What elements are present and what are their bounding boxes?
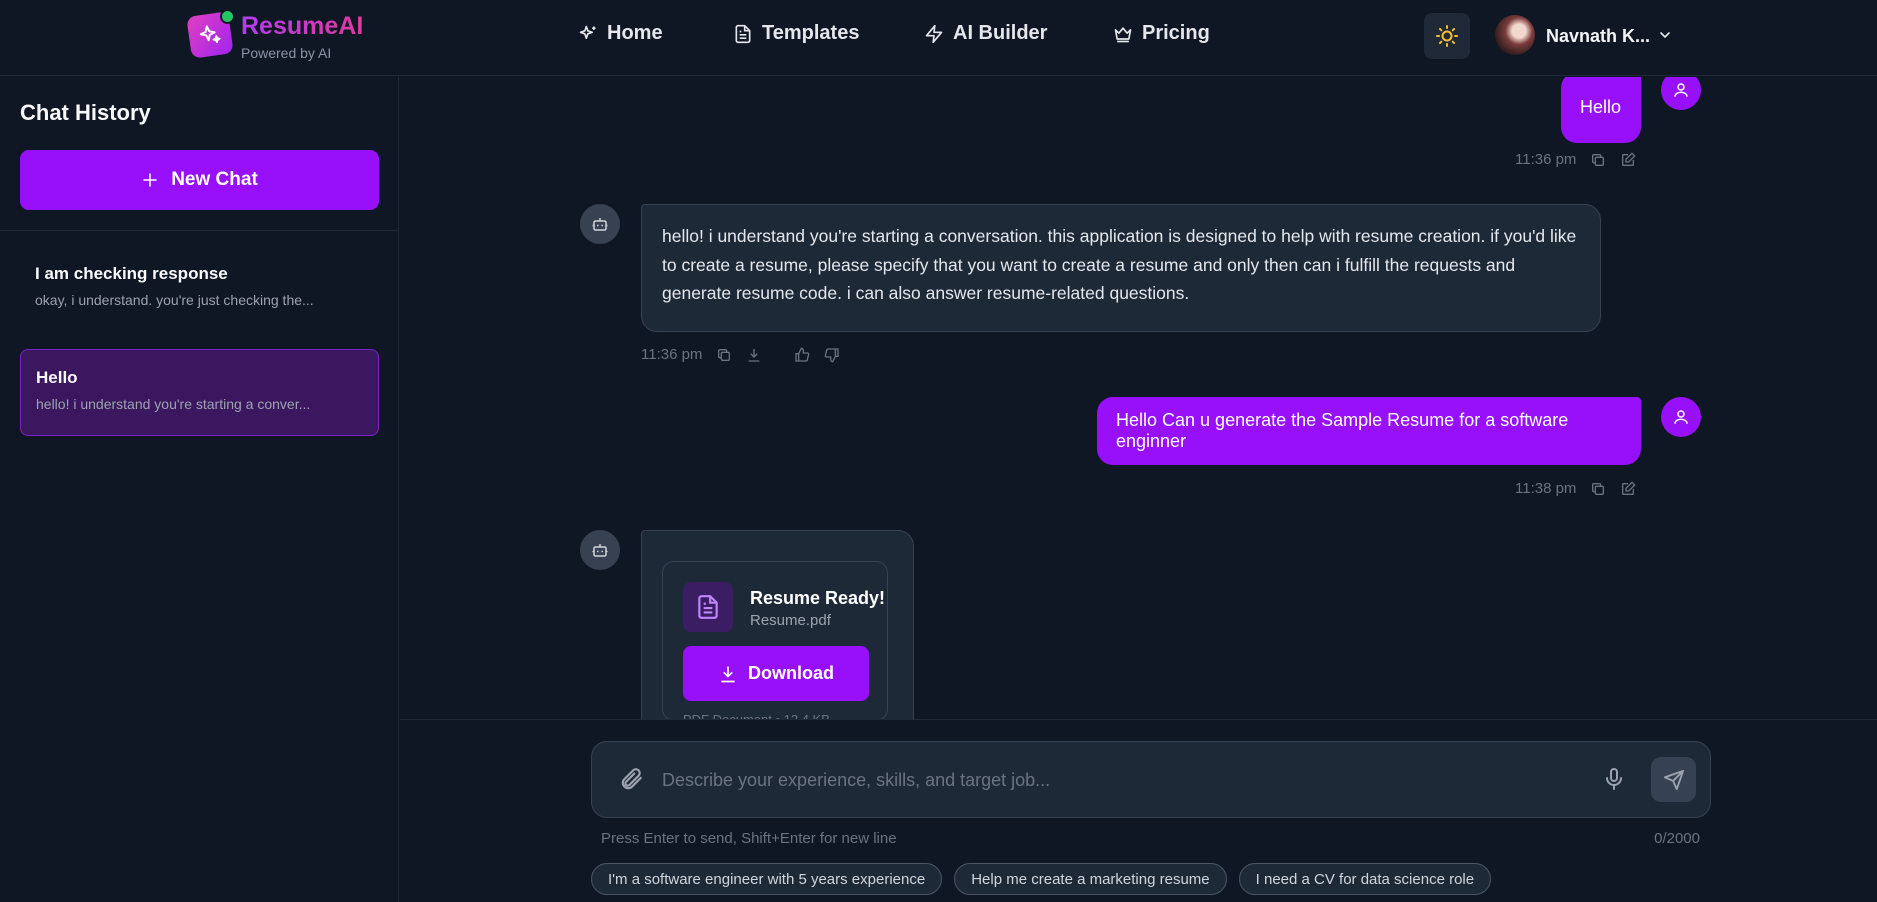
message-text: Hello bbox=[1580, 97, 1622, 117]
theme-toggle-button[interactable] bbox=[1424, 13, 1470, 59]
nav-home-label: Home bbox=[607, 22, 663, 44]
thumbs-down-icon[interactable] bbox=[824, 347, 840, 363]
copy-icon[interactable] bbox=[1590, 481, 1606, 497]
brand-name[interactable]: ResumeAI bbox=[241, 12, 363, 41]
suggestion-chip[interactable]: I'm a software engineer with 5 years exp… bbox=[591, 863, 943, 895]
user-message-bubble: Hello Can u generate the Sample Resume f… bbox=[1097, 397, 1641, 465]
message-composer bbox=[591, 741, 1711, 818]
download-label: Download bbox=[748, 663, 834, 683]
message-text: hello! i understand you're starting a co… bbox=[662, 226, 1577, 303]
user-message-avatar bbox=[1661, 77, 1701, 110]
user-icon bbox=[1674, 83, 1688, 97]
download-button[interactable]: Download bbox=[683, 646, 869, 701]
new-chat-button[interactable]: New Chat bbox=[20, 150, 379, 210]
top-header: ResumeAI Powered by AI Home Templates AI… bbox=[0, 0, 1877, 76]
edit-icon[interactable] bbox=[1620, 480, 1637, 497]
file-text-icon bbox=[735, 24, 751, 43]
chat-messages-area[interactable]: Hello 11:36 pm hello! i understand you'r… bbox=[400, 77, 1877, 720]
paperclip-icon[interactable] bbox=[618, 766, 644, 792]
user-icon bbox=[1674, 410, 1688, 424]
message-input[interactable] bbox=[662, 760, 1562, 800]
microphone-icon[interactable] bbox=[1602, 767, 1626, 791]
copy-icon[interactable] bbox=[716, 347, 732, 363]
chat-history-item[interactable]: I am checking response okay, i understan… bbox=[20, 246, 379, 333]
bot-icon bbox=[592, 218, 608, 231]
chat-history-item-active[interactable]: Hello hello! i understand you're startin… bbox=[20, 349, 379, 436]
message-text: Hello Can u generate the Sample Resume f… bbox=[1116, 410, 1569, 451]
bot-icon bbox=[592, 544, 608, 557]
file-icon-box bbox=[683, 582, 733, 632]
crown-icon bbox=[1114, 26, 1132, 42]
bot-message-avatar bbox=[580, 530, 620, 570]
document-icon bbox=[698, 595, 718, 619]
message-meta: 11:36 pm bbox=[1515, 151, 1637, 168]
sparkles-icon bbox=[579, 25, 596, 39]
chat-item-preview: hello! i understand you're starting a co… bbox=[36, 396, 311, 412]
chat-item-preview: okay, i understand. you're just checking… bbox=[35, 292, 314, 308]
suggestion-chips: I'm a software engineer with 5 years exp… bbox=[591, 863, 1492, 895]
suggestion-chip[interactable]: I need a CV for data science role bbox=[1238, 863, 1492, 895]
brand-tagline: Powered by AI bbox=[241, 45, 332, 61]
nav-home[interactable]: Home bbox=[578, 22, 663, 45]
message-meta: 11:36 pm bbox=[641, 346, 840, 363]
nav-ai-builder-label: AI Builder bbox=[953, 22, 1048, 44]
bot-message-bubble: hello! i understand you're starting a co… bbox=[641, 204, 1601, 332]
composer-hint: Press Enter to send, Shift+Enter for new… bbox=[601, 830, 897, 847]
sidebar-divider bbox=[0, 230, 399, 231]
new-chat-label: New Chat bbox=[171, 169, 258, 190]
nav-pricing-label: Pricing bbox=[1142, 22, 1210, 44]
user-message-bubble: Hello bbox=[1561, 77, 1641, 143]
user-message-avatar bbox=[1661, 397, 1701, 437]
download-icon bbox=[721, 666, 735, 682]
file-card: Resume Ready! Resume.pdf Download PDF Do… bbox=[662, 561, 888, 720]
nav-pricing[interactable]: Pricing bbox=[1113, 22, 1210, 45]
chat-history-sidebar: Chat History New Chat I am checking resp… bbox=[0, 77, 399, 902]
file-name: Resume.pdf bbox=[750, 612, 831, 629]
message-time: 11:38 pm bbox=[1515, 480, 1577, 497]
message-meta: 11:38 pm bbox=[1515, 480, 1637, 497]
bot-message-avatar bbox=[580, 204, 620, 244]
message-time: 11:36 pm bbox=[1515, 151, 1577, 168]
plus-icon bbox=[143, 173, 157, 187]
send-button[interactable] bbox=[1651, 757, 1696, 802]
character-counter: 0/2000 bbox=[1654, 830, 1700, 847]
chat-item-title: I am checking response bbox=[35, 264, 228, 283]
send-icon bbox=[1663, 769, 1684, 790]
online-status-dot bbox=[220, 9, 235, 24]
chat-item-title: Hello bbox=[36, 368, 78, 387]
sidebar-title: Chat History bbox=[20, 100, 151, 125]
nav-ai-builder[interactable]: AI Builder bbox=[924, 22, 1047, 45]
message-time: 11:36 pm bbox=[641, 346, 703, 363]
user-avatar[interactable] bbox=[1495, 15, 1535, 55]
file-title: Resume Ready! bbox=[750, 588, 886, 608]
download-icon[interactable] bbox=[746, 347, 762, 363]
nav-templates-label: Templates bbox=[762, 22, 860, 44]
suggestion-chip[interactable]: Help me create a marketing resume bbox=[954, 863, 1227, 895]
sun-icon bbox=[1436, 25, 1458, 47]
copy-icon[interactable] bbox=[1590, 152, 1606, 168]
thumbs-up-icon[interactable] bbox=[794, 347, 810, 363]
user-name[interactable]: Navnath K... bbox=[1546, 26, 1650, 47]
chevron-down-icon[interactable] bbox=[1657, 27, 1673, 43]
composer-area: Press Enter to send, Shift+Enter for new… bbox=[400, 719, 1877, 902]
nav-templates[interactable]: Templates bbox=[733, 22, 859, 45]
edit-icon[interactable] bbox=[1620, 151, 1637, 168]
zap-icon bbox=[925, 24, 943, 43]
